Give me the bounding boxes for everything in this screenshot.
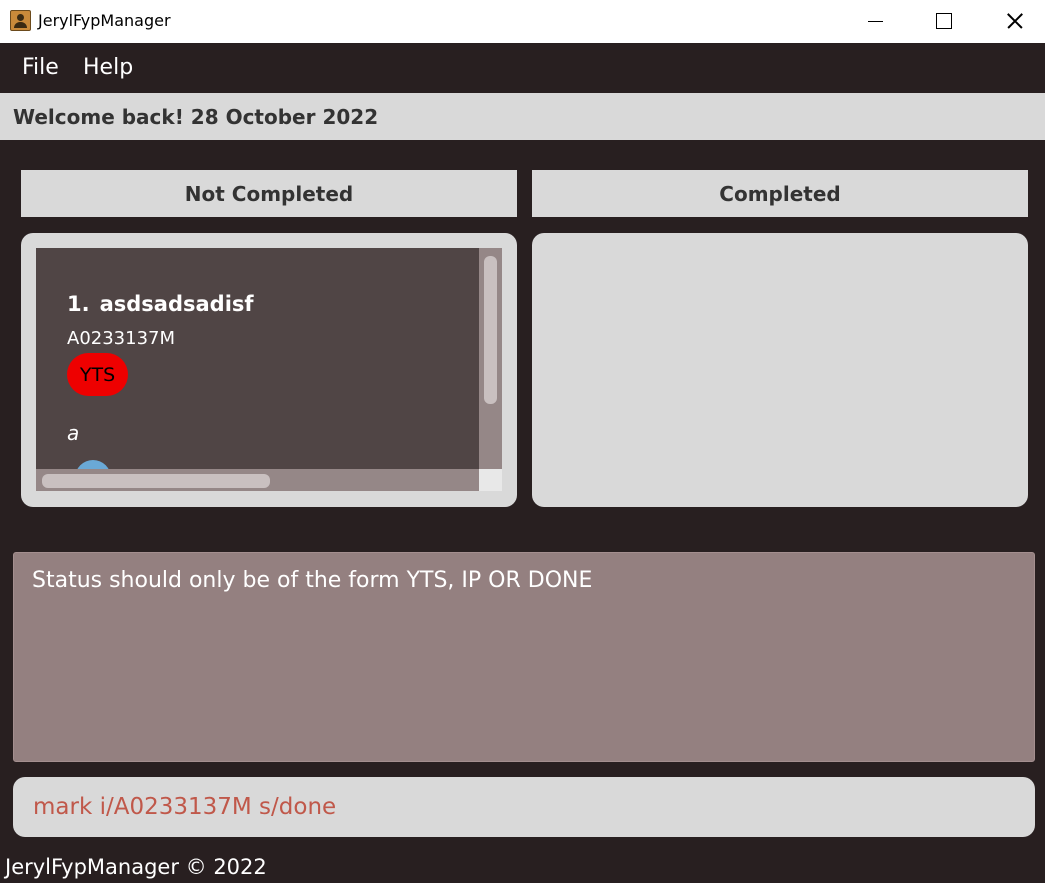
project-deadline: a — [67, 421, 80, 445]
minimize-button[interactable] — [840, 0, 910, 43]
scroll-corner — [479, 469, 502, 491]
menu-file[interactable]: File — [22, 55, 59, 80]
status-bar-footer: JerylFypManager © 2022 — [5, 855, 267, 879]
status-badge: YTS — [67, 353, 128, 396]
not-completed-header: Not Completed — [21, 170, 517, 217]
completed-panel — [532, 233, 1028, 507]
menu-help[interactable]: Help — [83, 55, 133, 80]
project-index: 1. — [67, 292, 90, 316]
project-title: 1. asdsadsadisf — [67, 292, 254, 316]
vertical-scroll-thumb[interactable] — [484, 256, 497, 404]
app-icon — [10, 10, 31, 31]
project-card[interactable]: 1. asdsadsadisf A0233137M YTS a — [36, 248, 479, 491]
window-title: JerylFypManager — [38, 11, 171, 30]
close-button[interactable] — [978, 0, 1045, 43]
horizontal-scrollbar[interactable] — [36, 469, 479, 491]
project-name: asdsadsadisf — [99, 292, 254, 316]
completed-header: Completed — [532, 170, 1028, 217]
menu-bar: File Help — [0, 43, 1045, 93]
student-id: A0233137M — [67, 328, 176, 349]
project-list[interactable]: 1. asdsadsadisf A0233137M YTS a — [36, 248, 502, 491]
result-message: Status should only be of the form YTS, I… — [32, 568, 593, 593]
title-bar: JerylFypManager — [0, 0, 1045, 43]
maximize-button[interactable] — [908, 0, 978, 43]
result-display: Status should only be of the form YTS, I… — [13, 552, 1035, 762]
vertical-scrollbar[interactable] — [479, 248, 502, 469]
command-input[interactable] — [13, 777, 1035, 837]
welcome-text: Welcome back! 28 October 2022 — [13, 105, 379, 129]
welcome-bar: Welcome back! 28 October 2022 — [0, 93, 1045, 140]
horizontal-scroll-thumb[interactable] — [42, 474, 270, 488]
